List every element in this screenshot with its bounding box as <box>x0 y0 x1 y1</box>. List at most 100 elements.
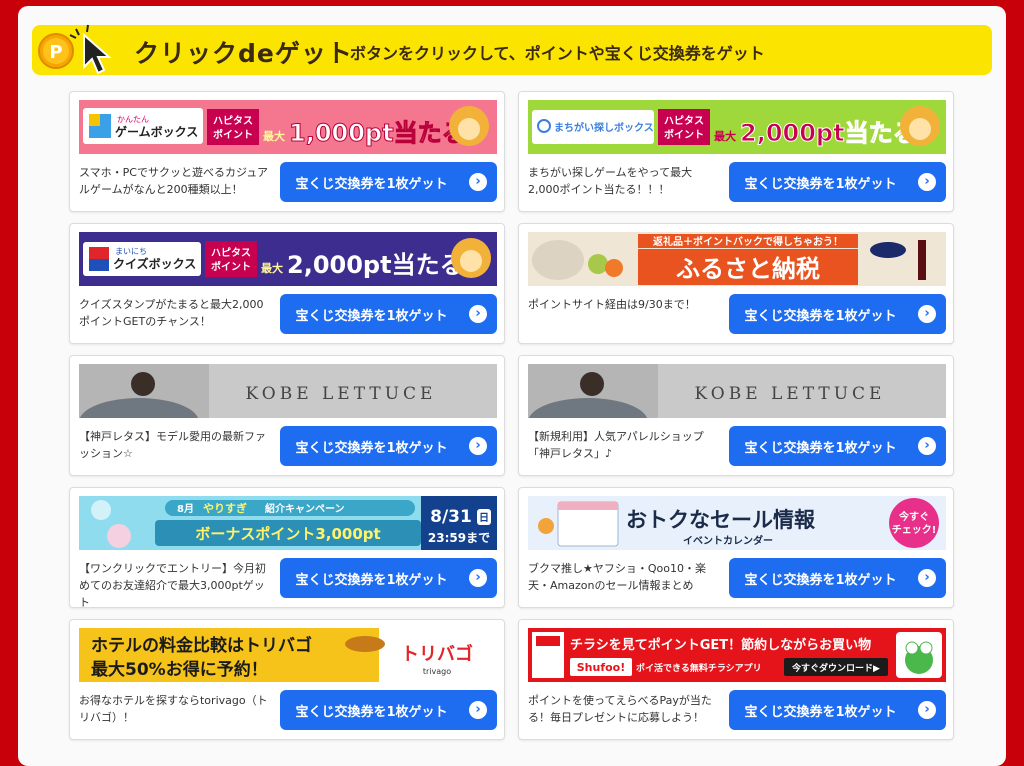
card-quiz-box: まいにち クイズボックス ハピタス ポイント 最大 2,000pt当たる！ クイ… <box>69 223 505 344</box>
banner-title: KOBE LETTUCE <box>246 384 437 404</box>
card-description: クイズスタンプがたまると最大2,000ポイントGETのチャンス！ <box>79 298 264 328</box>
rice-bowl-icon <box>532 240 584 280</box>
banner-game-box[interactable]: かんたん ゲームボックス ハピタス ポイント 最大 1,000pt当たる！ <box>79 100 497 154</box>
svg-text:ポイント: ポイント <box>213 128 253 141</box>
svg-text:やりすぎ: やりすぎ <box>203 501 247 515</box>
banner-quiz-box[interactable]: まいにち クイズボックス ハピタス ポイント 最大 2,000pt当たる！ <box>79 232 497 286</box>
card-description: ポイントサイト経由は9/30まで！ <box>528 298 696 311</box>
chevron-right-icon: › <box>469 569 487 587</box>
banner-logo: ゲームボックス <box>115 124 198 139</box>
header-title: クリックdeゲット <box>134 39 353 68</box>
card-machigai-box: まちがい探しボックス ハピタス ポイント 最大 2,000pt当たる！ まちがい… <box>518 91 954 212</box>
banner-trivago[interactable]: ホテルの料金比較はトリバゴ 最大50%お得に予約！ トリバゴ trivago <box>79 628 497 682</box>
chevron-right-icon: › <box>469 173 487 191</box>
card-kobe-lettuce-2: KOBE LETTUCE 【新規利用】人気アパレルショップ「神戸レタス」♪ 宝く… <box>518 355 954 476</box>
card-description: まちがい探しゲームをやって最大2,000ポイント当たる！！！ <box>528 166 693 196</box>
coin-p-cursor-icon: P <box>38 24 112 75</box>
banner-referral-campaign[interactable]: 8月 やりすぎ 紹介キャンペーン ボーナスポイント3,000pt 8/31 日 … <box>79 496 497 550</box>
card-description: スマホ・PCでサクッと遊べるカジュアルゲームがなんと200種類以上！ <box>79 166 268 196</box>
svg-text:日: 日 <box>479 512 489 524</box>
banner-line2: 最大50%お得に予約！ <box>91 659 268 680</box>
card-description: ブクマ推し★ヤフショ・Qoo10・楽天・Amazonのセール情報まとめ <box>528 562 706 592</box>
svg-text:最大: 最大 <box>261 261 283 275</box>
get-lottery-ticket-button[interactable]: 宝くじ交換券を1枚ゲット › <box>280 558 497 598</box>
banner-title: KOBE LETTUCE <box>695 384 886 404</box>
get-lottery-ticket-button[interactable]: 宝くじ交換券を1枚ゲット › <box>729 690 946 730</box>
banner-logo-small: かんたん <box>117 115 149 124</box>
bowl-icon <box>870 242 906 258</box>
svg-text:trivago: trivago <box>423 667 451 676</box>
svg-text:ポイント: ポイント <box>664 128 704 141</box>
banner-date: 8/31 <box>430 507 472 527</box>
svg-text:Shufoo!: Shufoo! <box>577 661 626 674</box>
svg-text:イベントカレンダー: イベントカレンダー <box>683 534 773 547</box>
banner-time: 23:59まで <box>428 531 490 545</box>
get-lottery-ticket-button[interactable]: 宝くじ交換券を1枚ゲット › <box>280 162 497 202</box>
banner-sale-calendar[interactable]: おトクなセール情報 イベントカレンダー 今すぐ チェック! <box>528 496 946 550</box>
header-subtitle: ボタンをクリックして、ポイントや宝くじ交換券をゲット <box>350 44 765 63</box>
card-trivago: ホテルの料金比較はトリバゴ 最大50%お得に予約！ トリバゴ trivago お… <box>69 619 505 740</box>
get-lottery-ticket-button[interactable]: 宝くじ交換券を1枚ゲット › <box>729 558 946 598</box>
svg-text:紹介キャンペーン: 紹介キャンペーン <box>265 502 345 515</box>
banner-kobe-lettuce[interactable]: KOBE LETTUCE <box>79 364 497 418</box>
banner-title: チラシを見てポイントGET！節約しながらお買い物 <box>570 637 871 653</box>
check-now-badge <box>889 498 939 548</box>
get-lottery-ticket-button[interactable]: 宝くじ交換券を1枚ゲット › <box>729 426 946 466</box>
coin-stack-icon <box>345 636 385 652</box>
svg-text:ポイ活できる無料チラシアプリ: ポイ活できる無料チラシアプリ <box>636 662 762 674</box>
shopper-icon <box>538 518 554 534</box>
banner-logo: クイズボックス <box>113 256 196 271</box>
svg-text:最大: 最大 <box>714 129 736 143</box>
card-description: お得なホテルを探すならtorivago（トリバゴ）！ <box>79 694 268 724</box>
card-description: 【新規利用】人気アパレルショップ「神戸レタス」♪ <box>528 430 704 460</box>
svg-text:最大: 最大 <box>263 129 285 143</box>
svg-text:チェック!: チェック! <box>892 524 937 536</box>
beach-ball-icon <box>107 524 131 548</box>
chevron-right-icon: › <box>918 569 936 587</box>
trivago-logo: トリバゴ <box>401 643 473 665</box>
get-lottery-ticket-button[interactable]: 宝くじ交換券を1枚ゲット › <box>729 162 946 202</box>
chevron-right-icon: › <box>918 173 936 191</box>
svg-text:ハピタス: ハピタス <box>211 247 251 259</box>
banner-bonus: ボーナスポイント3,000pt <box>195 525 380 543</box>
banner-kobe-lettuce[interactable]: KOBE LETTUCE <box>528 364 946 418</box>
banner-logo: まちがい探しボックス <box>554 121 654 134</box>
card-game-box: かんたん ゲームボックス ハピタス ポイント 最大 1,000pt当たる！ スマ… <box>69 91 505 212</box>
chevron-right-icon: › <box>469 437 487 455</box>
chevron-right-icon: › <box>469 305 487 323</box>
card-referral-campaign: 8月 やりすぎ 紹介キャンペーン ボーナスポイント3,000pt 8/31 日 … <box>69 487 505 609</box>
svg-text:今すぐダウンロード▶: 今すぐダウンロード▶ <box>791 662 880 674</box>
banner-title: ふるさと納税 <box>676 254 820 283</box>
get-lottery-ticket-button[interactable]: 宝くじ交換券を1枚ゲット › <box>280 426 497 466</box>
banner-line1: ホテルの料金比較はトリバゴ <box>91 635 312 656</box>
banner-machigai-box[interactable]: まちがい探しボックス ハピタス ポイント 最大 2,000pt当たる！ <box>528 100 946 154</box>
click-de-get-header: P クリックdeゲット ボタンをクリックして、ポイントや宝くじ交換券をゲット <box>32 24 992 75</box>
chevron-right-icon: › <box>918 305 936 323</box>
get-lottery-ticket-button[interactable]: 宝くじ交換券を1枚ゲット › <box>729 294 946 334</box>
svg-text:ハピタス: ハピタス <box>213 115 253 127</box>
chevron-right-icon: › <box>469 701 487 719</box>
svg-text:ハピタス: ハピタス <box>664 115 704 127</box>
card-kobe-lettuce-1: KOBE LETTUCE 【神戸レタス】モデル愛用の最新ファッション☆ 宝くじ交… <box>69 355 505 476</box>
svg-text:ポイント: ポイント <box>211 260 251 273</box>
svg-text:今すぐ: 今すぐ <box>898 510 929 523</box>
banner-title: おトクなセール情報 <box>626 508 816 532</box>
get-lottery-ticket-button[interactable]: 宝くじ交換券を1枚ゲット › <box>280 294 497 334</box>
get-lottery-ticket-button[interactable]: 宝くじ交換券を1枚ゲット › <box>280 690 497 730</box>
card-sale-calendar: おトクなセール情報 イベントカレンダー 今すぐ チェック! ブクマ推し★ヤフショ… <box>518 487 954 608</box>
svg-text:P: P <box>49 42 62 63</box>
chevron-right-icon: › <box>918 437 936 455</box>
banner-furusato-nozei[interactable]: 返礼品＋ポイントバックで得しちゃおう！ ふるさと納税 <box>528 232 946 286</box>
grapes-icon <box>588 254 608 274</box>
chevron-right-icon: › <box>918 701 936 719</box>
wine-bottle-icon <box>918 240 926 280</box>
card-shufoo: チラシを見てポイントGET！節約しながらお買い物 Shufoo! ポイ活できる無… <box>518 619 954 740</box>
banner-shufoo[interactable]: チラシを見てポイントGET！節約しながらお買い物 Shufoo! ポイ活できる無… <box>528 628 946 682</box>
card-furusato-nozei: 返礼品＋ポイントバックで得しちゃおう！ ふるさと納税 ポイントサイト経由は9/3… <box>518 223 954 344</box>
float-ring-icon <box>91 500 111 520</box>
card-description: 【ワンクリックでエントリー】今月初めてのお友達紹介で最大3,000ptゲット <box>79 562 266 609</box>
card-description: 【神戸レタス】モデル愛用の最新ファッション☆ <box>79 430 266 460</box>
banner-logo-small: まいにち <box>115 247 147 256</box>
card-description: ポイントを使ってえらべるPayが当たる！毎日プレゼントに応募しよう！ <box>528 694 712 724</box>
svg-text:8月: 8月 <box>177 503 194 515</box>
